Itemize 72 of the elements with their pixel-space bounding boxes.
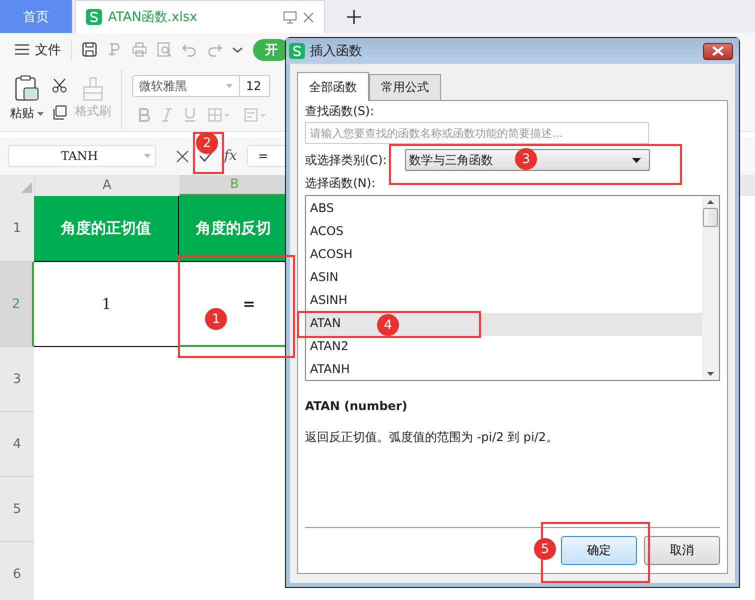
function-item[interactable]: ASIN: [306, 267, 702, 290]
save-icon[interactable]: [82, 42, 97, 57]
name-box[interactable]: TANH: [8, 145, 156, 167]
close-icon: [712, 46, 724, 56]
function-item[interactable]: ATANH: [306, 359, 702, 382]
paste-label: 粘贴: [10, 105, 34, 122]
row-header[interactable]: 4: [0, 412, 34, 477]
copy-icon[interactable]: [52, 104, 67, 120]
menu-icon: [15, 44, 29, 55]
function-item[interactable]: ACOSH: [306, 244, 702, 267]
file-menu-label: 文件: [35, 42, 61, 58]
select-all-icon[interactable]: [21, 182, 32, 193]
table-cell: =: [242, 294, 256, 312]
caret-icon: [144, 154, 151, 158]
borders-icon[interactable]: [208, 108, 232, 122]
checkmark-icon[interactable]: [199, 150, 214, 162]
caret-icon: [632, 158, 641, 162]
underline-icon[interactable]: [184, 107, 196, 122]
function-item[interactable]: ATAN2: [306, 336, 702, 359]
print-icon[interactable]: [132, 42, 147, 57]
caret-icon: [37, 112, 44, 116]
redo-icon[interactable]: [207, 42, 222, 57]
undo-icon[interactable]: [182, 42, 197, 57]
dialog-tab[interactable]: 常用公式: [369, 74, 441, 100]
table-cell: 1: [102, 295, 112, 313]
function-item[interactable]: ACOS: [306, 221, 702, 244]
header-cell: 角度的正切值: [61, 219, 151, 238]
file-menu[interactable]: 文件: [15, 40, 61, 58]
function-item[interactable]: ABS: [306, 198, 702, 221]
dialog-title: 插入函数: [310, 43, 362, 60]
insert-function-button[interactable]: fx: [224, 148, 238, 164]
caret-icon: [226, 84, 233, 88]
dialog-tab[interactable]: 全部函数: [297, 72, 369, 101]
monitor-icon[interactable]: [283, 10, 297, 24]
scroll-up-icon[interactable]: [707, 200, 714, 204]
header-cell: 角度的反切: [196, 219, 271, 238]
font-dropdown[interactable]: 微软雅黑: [132, 75, 240, 97]
cancel-icon[interactable]: [176, 150, 189, 162]
spreadsheet-logo-icon: [86, 9, 102, 25]
bold-icon[interactable]: [138, 108, 150, 122]
clipboard-icon: [15, 75, 39, 101]
function-item[interactable]: ASINH: [306, 290, 702, 313]
preview-icon[interactable]: [157, 42, 172, 57]
italic-icon[interactable]: [162, 108, 172, 122]
row-header[interactable]: 1: [0, 196, 34, 262]
new-tab-icon[interactable]: [347, 10, 361, 24]
function-description: 返回反正切值。弧度值的范围为 -pi/2 到 pi/2。: [305, 429, 560, 446]
dropdown-icon[interactable]: [232, 46, 243, 54]
row-header[interactable]: 5: [0, 477, 34, 542]
cancel-button[interactable]: 取消: [644, 536, 720, 565]
function-list-label: 选择函数(N):: [305, 175, 376, 192]
ok-button[interactable]: 确定: [561, 536, 637, 565]
file-name: ATAN函数.xlsx: [108, 9, 198, 26]
scrollbar[interactable]: [702, 196, 719, 380]
scroll-down-icon[interactable]: [707, 372, 714, 376]
close-icon[interactable]: [303, 12, 314, 22]
font-size-field[interactable]: 12: [240, 75, 270, 97]
step-badge: 1: [205, 308, 227, 330]
close-button[interactable]: [703, 42, 733, 60]
search-label: 查找函数(S):: [305, 103, 376, 120]
category-label: 或选择类别(C):: [305, 152, 387, 168]
scrollbar-thumb[interactable]: [703, 208, 718, 227]
function-signature: ATAN (number): [305, 399, 408, 413]
row-header[interactable]: 3: [0, 347, 34, 412]
search-field[interactable]: 请输入您要查找的函数名称或函数功能的简要描述...: [305, 122, 649, 144]
row-header[interactable]: 6: [0, 542, 34, 600]
fill-style-icon[interactable]: [244, 108, 268, 122]
format-painter-label: 格式刷: [75, 103, 111, 120]
spreadsheet-logo-icon: [289, 43, 305, 59]
paste-button[interactable]: 粘贴: [10, 75, 44, 122]
scissors-icon[interactable]: [52, 78, 67, 92]
brush-icon: [81, 77, 105, 101]
